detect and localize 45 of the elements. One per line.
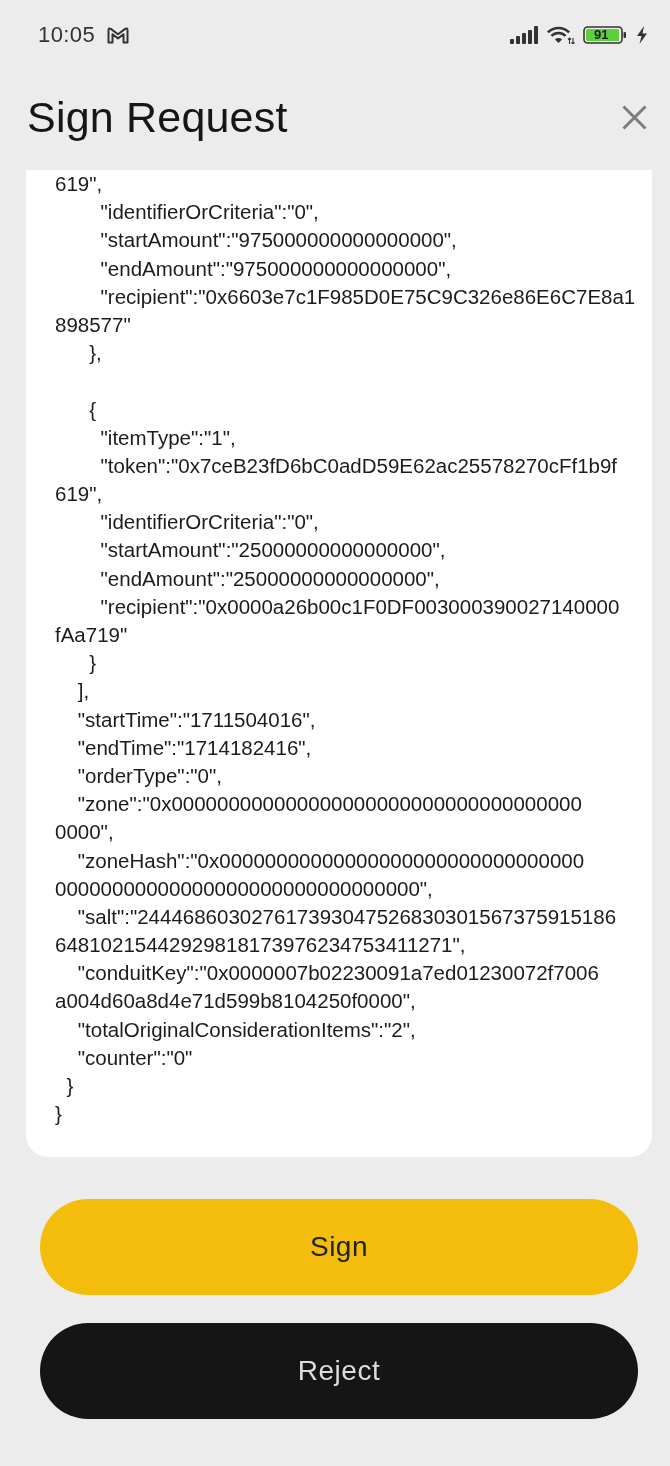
code-line: 64810215442929818173976234753411271", xyxy=(55,932,466,959)
code-line: "itemType":"1", xyxy=(99,424,236,451)
code-line: "totalOriginalConsiderationItems":"2", xyxy=(76,1016,416,1043)
page-title: Sign Request xyxy=(27,92,288,142)
code-line: 619", xyxy=(55,481,103,508)
code-line: "identifierOrCriteria":"0", xyxy=(99,509,319,536)
battery-percentage: 91 xyxy=(594,27,609,43)
code-line: "salt":"244468603027617393047526830301567375915186 xyxy=(76,903,617,930)
wifi-icon xyxy=(546,26,575,44)
charging-icon xyxy=(636,26,648,44)
code-line: "counter":"0" xyxy=(76,1044,193,1071)
confirm-button[interactable]: Sign xyxy=(40,1199,638,1296)
mail-icon xyxy=(107,26,130,44)
reject-button[interactable]: Reject xyxy=(40,1323,638,1420)
code-line: "endAmount":"25000000000000000", xyxy=(99,565,440,592)
code-line: "token":"0x7ceB23fD6bC0adD59E62ac25578270cFf1b9f xyxy=(99,452,618,479)
code-line: a004d60a8d4e71d599b8104250f0000", xyxy=(55,988,416,1015)
battery-icon xyxy=(583,26,628,44)
code-line: } xyxy=(65,1073,74,1099)
code-line: "startAmount":"975000000000000000", xyxy=(99,227,457,254)
code-line: } xyxy=(88,650,97,677)
code-line: "orderType":"0", xyxy=(76,762,222,789)
code-line: 0000", xyxy=(55,819,114,846)
signal-icon xyxy=(510,26,538,44)
code-line: "startTime":"1711504016", xyxy=(76,706,316,733)
code-line: } xyxy=(55,1101,62,1128)
code-line: 898577" xyxy=(55,311,131,338)
code-line: "recipient":"0x6603e7c1F985D0E75C9C326e86E6C7E8a1 xyxy=(99,283,636,310)
code-line: "identifierOrCriteria":"0", xyxy=(99,199,319,226)
code-line: "startAmount":"25000000000000000", xyxy=(99,537,446,564)
code-line: "recipient":"0x0000a26b00c1F0DF003000390027140000 xyxy=(99,593,620,620)
code-line: fAa719" xyxy=(55,622,128,648)
code-line: "zoneHash":"0x00000000000000000000000000000000 xyxy=(76,847,585,874)
code-line: { xyxy=(88,396,97,423)
code-line: "zone":"0x000000000000000000000000000000000000 xyxy=(76,791,582,818)
code-line: 00000000000000000000000000000000", xyxy=(55,875,433,902)
code-line: "conduitKey":"0x0000007b02230091a7ed01230072f7006 xyxy=(76,960,599,987)
close-button[interactable] xyxy=(620,103,648,131)
code-line: }, xyxy=(88,340,102,367)
code-line: "endTime":"1714182416", xyxy=(76,734,312,761)
status-time: 10:05 xyxy=(38,22,96,48)
code-line: ], xyxy=(76,678,90,705)
code-line: "endAmount":"975000000000000000", xyxy=(99,255,452,282)
close-icon xyxy=(621,104,647,130)
code-line: 619", xyxy=(55,171,103,197)
